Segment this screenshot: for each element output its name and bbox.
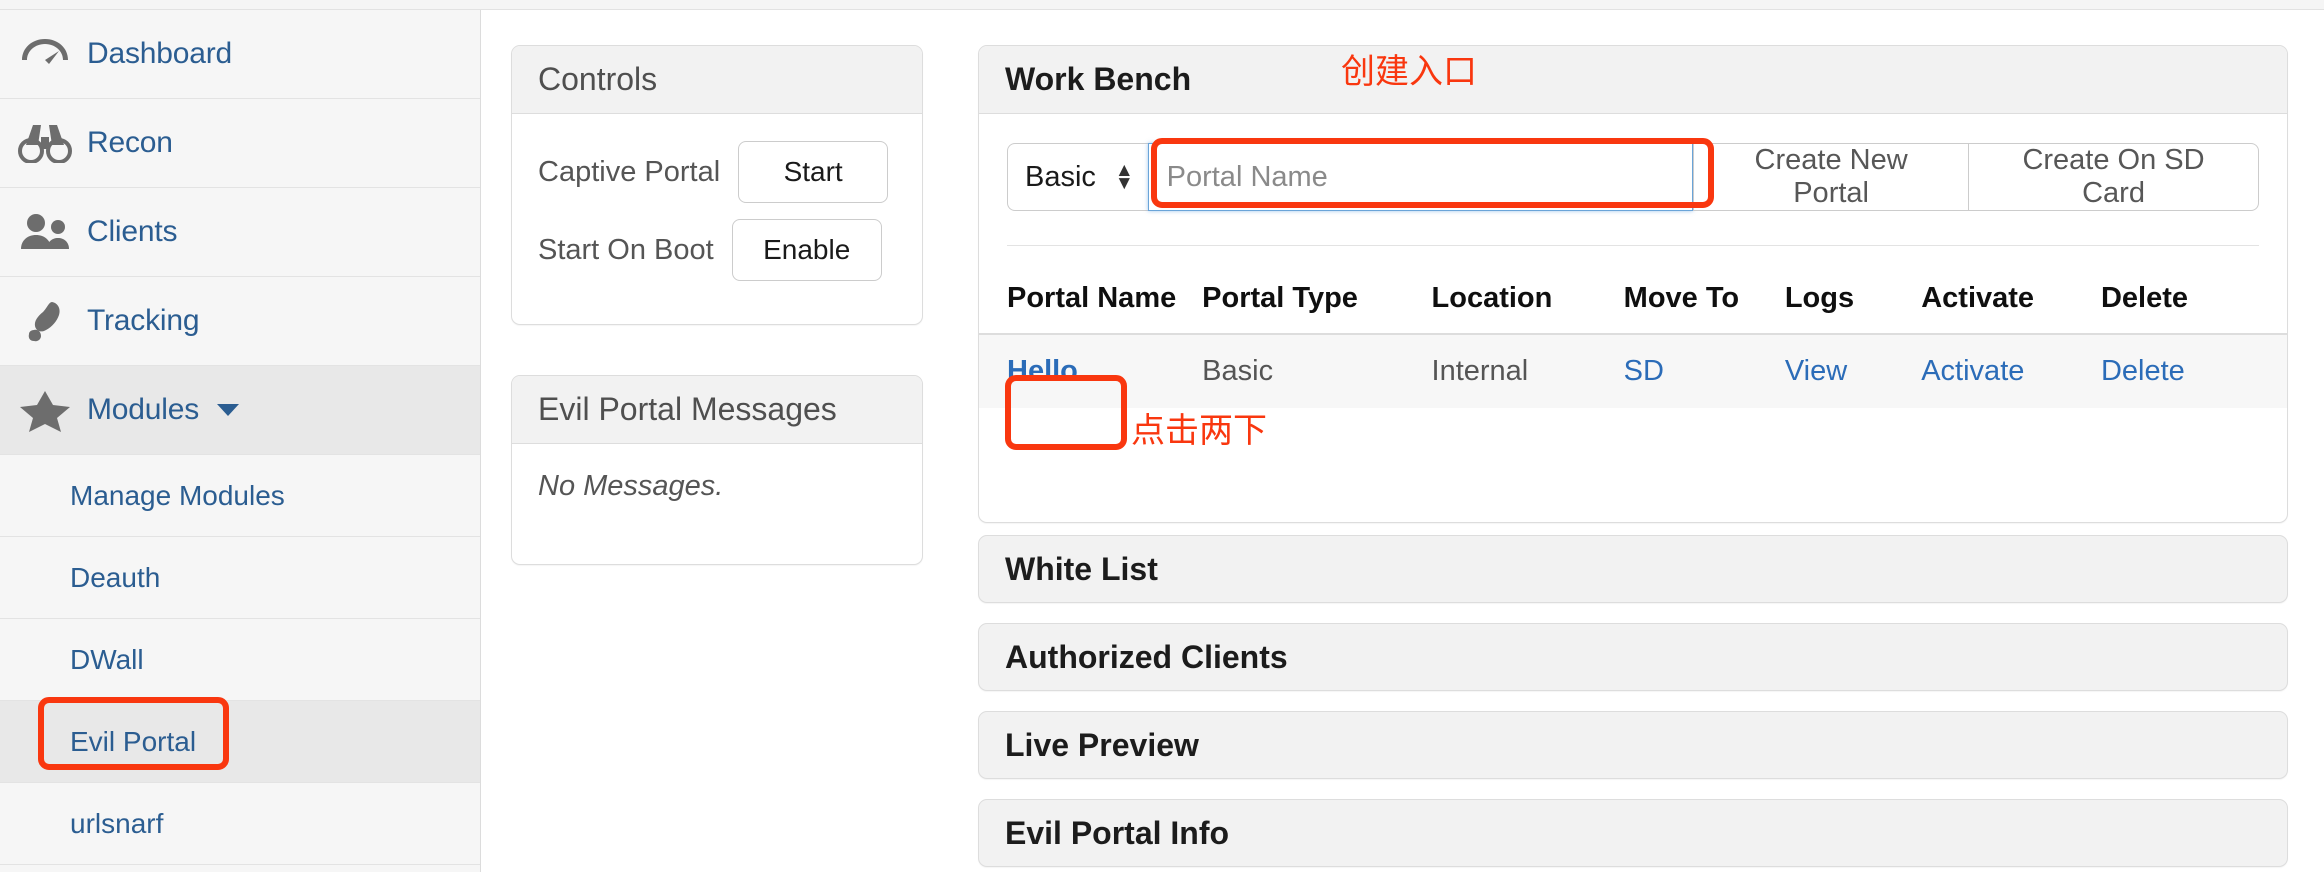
messages-panel-title: Evil Portal Messages xyxy=(512,376,922,444)
accordion-label: Evil Portal Info xyxy=(1005,814,1230,851)
column-header-move-to: Move To xyxy=(1623,264,1785,335)
portal-name-link-hello[interactable]: Hello xyxy=(1007,355,1078,387)
sidebar-item-label: Modules xyxy=(87,393,199,426)
accordion-label: Live Preview xyxy=(1005,726,1199,763)
sidebar-item-modules[interactable]: Modules xyxy=(0,366,480,455)
move-to-sd-link[interactable]: SD xyxy=(1624,355,1664,387)
accordion-label: Authorized Clients xyxy=(1005,638,1288,675)
binoculars-icon xyxy=(17,121,73,165)
gauge-icon xyxy=(17,32,73,76)
sidebar-item-tracking[interactable]: Tracking xyxy=(0,277,480,366)
annotation-double-click: 点击两下 xyxy=(1131,412,1267,450)
sidebar-item-dashboard[interactable]: Dashboard xyxy=(0,10,480,99)
column-header-portal-type: Portal Type xyxy=(1202,264,1432,335)
table-header-row: Portal Name Portal Type Location Move To… xyxy=(979,264,2287,335)
chevron-down-icon xyxy=(217,404,239,416)
portal-name-input[interactable] xyxy=(1147,143,1694,211)
start-on-boot-row: Start On Boot Enable xyxy=(538,218,896,282)
sidebar-subitem-label: Evil Portal xyxy=(70,725,197,757)
start-on-boot-enable-button[interactable]: Enable xyxy=(731,219,882,281)
accordion-authorized-clients[interactable]: Authorized Clients xyxy=(978,623,2288,691)
sidebar-item-urlsnarf[interactable]: urlsnarf xyxy=(0,783,480,865)
captive-portal-row: Captive Portal Start xyxy=(538,140,896,204)
portal-type-select[interactable]: Basic ▲ ▼ xyxy=(1007,143,1148,211)
work-bench-title: Work Bench xyxy=(979,46,2287,114)
captive-portal-label: Captive Portal xyxy=(538,155,721,188)
sidebar-subitem-label: DWall xyxy=(70,643,144,675)
sidebar-item-label: Dashboard xyxy=(87,37,232,70)
column-header-logs: Logs xyxy=(1784,264,1922,335)
sidebar-item-label: Recon xyxy=(87,126,173,159)
sidebar-item-manage-modules[interactable]: Manage Modules xyxy=(0,455,480,537)
sidebar-item-label: Clients xyxy=(87,215,178,248)
start-on-boot-label: Start On Boot xyxy=(538,233,714,266)
table-row: Hello Basic Internal SD View Activate De… xyxy=(979,334,2287,408)
no-messages-text: No Messages. xyxy=(538,470,724,502)
work-bench-divider xyxy=(1007,245,2259,246)
sidebar: Dashboard Recon Clients Tracking Modules xyxy=(0,10,481,872)
cell-activate: Activate xyxy=(1921,334,2101,408)
accordion-live-preview[interactable]: Live Preview xyxy=(978,711,2288,779)
accordion-label: White List xyxy=(1005,550,1158,587)
portal-create-row: Basic ▲▼ Create New Portal Create On SD … xyxy=(979,114,2287,211)
column-header-delete: Delete xyxy=(2100,264,2287,335)
sidebar-item-recon[interactable]: Recon xyxy=(0,99,480,188)
sidebar-item-dwall[interactable]: DWall xyxy=(0,619,480,701)
sidebar-item-evil-portal[interactable]: Evil Portal xyxy=(0,701,480,783)
cell-portal-name: Hello xyxy=(979,334,1203,408)
controls-panel-title: Controls xyxy=(512,46,922,114)
portal-type-selected-value: Basic xyxy=(1025,160,1096,193)
sidebar-item-deauth[interactable]: Deauth xyxy=(0,537,480,619)
create-new-portal-button[interactable]: Create New Portal xyxy=(1693,143,1970,211)
work-bench-panel: Work Bench Basic ▲▼ Create New Portal Cr… xyxy=(978,45,2288,523)
select-arrows-icon: ▲ ▼ xyxy=(1114,159,1134,194)
people-icon xyxy=(17,210,73,254)
cell-delete: Delete xyxy=(2100,334,2287,408)
work-bench-body: Basic ▲▼ Create New Portal Create On SD … xyxy=(979,114,2287,408)
sidebar-subitem-label: Deauth xyxy=(70,561,161,593)
star-icon xyxy=(17,388,73,432)
activate-link[interactable]: Activate xyxy=(1921,355,2024,387)
sidebar-subitem-label: urlsnarf xyxy=(70,807,164,839)
cell-logs: View xyxy=(1784,334,1922,408)
annotation-create-entry: 创建入口 xyxy=(1341,53,1477,91)
footprint-icon xyxy=(17,299,73,343)
column-header-activate: Activate xyxy=(1921,264,2101,335)
cell-location: Internal xyxy=(1431,334,1624,408)
portals-table-body: Hello Basic Internal SD View Activate De… xyxy=(979,334,2287,408)
captive-portal-start-button[interactable]: Start xyxy=(738,141,889,203)
sidebar-item-label: Tracking xyxy=(87,304,200,337)
column-header-portal-name: Portal Name xyxy=(979,264,1203,335)
app-root: Dashboard Recon Clients Tracking Modules xyxy=(0,0,2324,872)
portals-table: Portal Name Portal Type Location Move To… xyxy=(979,264,2287,408)
portal-create-input-group: Basic ▲▼ Create New Portal Create On SD … xyxy=(1007,143,2259,211)
create-on-sd-card-button[interactable]: Create On SD Card xyxy=(1969,143,2259,211)
cell-move-to: SD xyxy=(1623,334,1785,408)
sidebar-item-clients[interactable]: Clients xyxy=(0,188,480,277)
column-header-location: Location xyxy=(1431,264,1624,335)
messages-panel-body: No Messages. xyxy=(512,444,922,529)
controls-panel-body: Captive Portal Start Start On Boot Enabl… xyxy=(512,114,922,322)
evil-portal-messages-panel: Evil Portal Messages No Messages. xyxy=(511,375,923,565)
top-bar xyxy=(0,0,2324,10)
view-logs-link[interactable]: View xyxy=(1785,355,1847,387)
controls-panel: Controls Captive Portal Start Start On B… xyxy=(511,45,923,325)
cell-portal-type: Basic xyxy=(1202,334,1432,408)
accordion-evil-portal-info[interactable]: Evil Portal Info xyxy=(978,799,2288,867)
accordion-white-list[interactable]: White List xyxy=(978,535,2288,603)
sidebar-subitem-label: Manage Modules xyxy=(70,479,285,511)
delete-link[interactable]: Delete xyxy=(2101,355,2185,387)
portals-table-head: Portal Name Portal Type Location Move To… xyxy=(979,264,2287,335)
